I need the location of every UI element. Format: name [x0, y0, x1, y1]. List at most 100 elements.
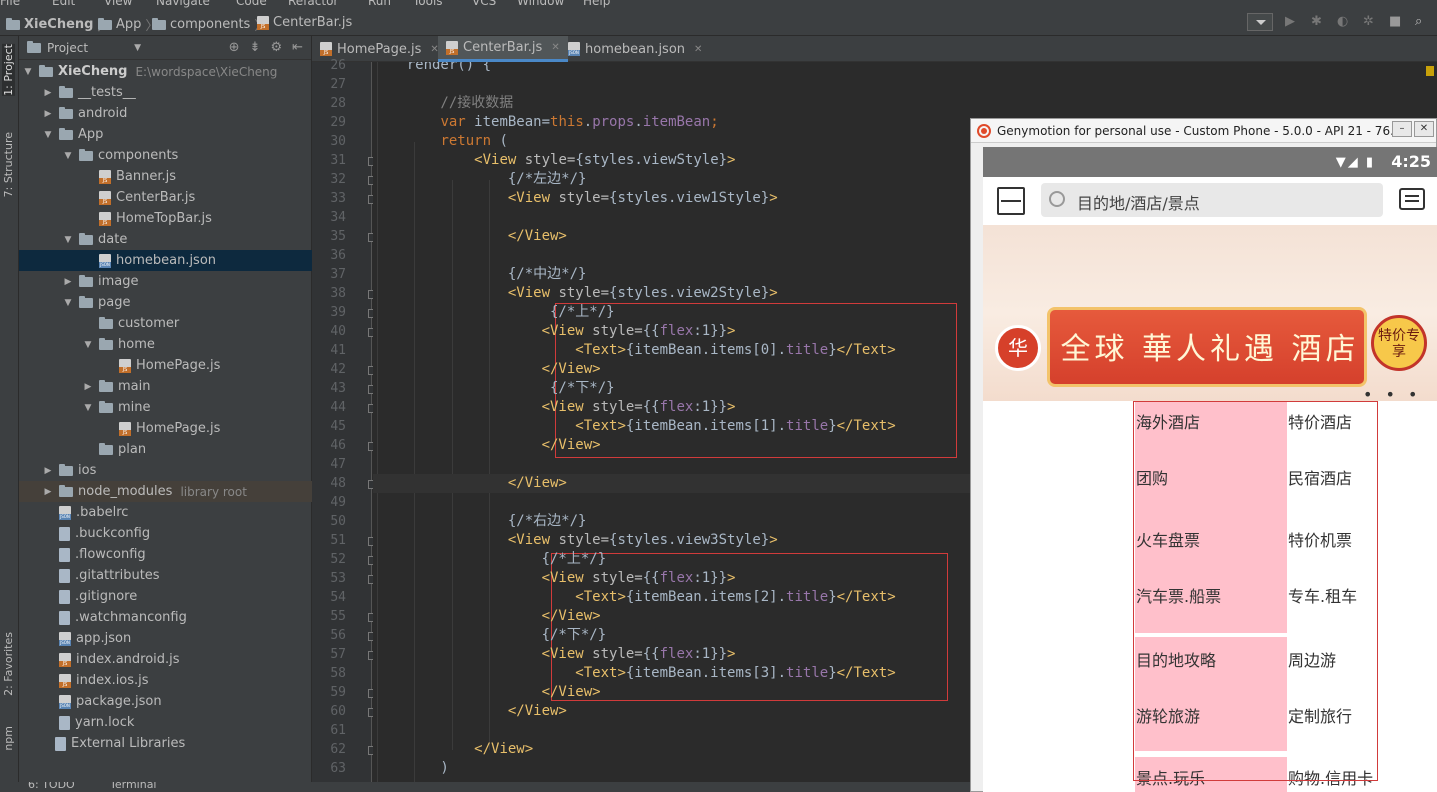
debug-icon[interactable]: ✱ — [1311, 15, 1325, 29]
menu-item[interactable]: View — [104, 0, 132, 8]
tree-item[interactable]: index.android.js — [19, 649, 312, 670]
tree-item[interactable]: External Libraries — [19, 733, 312, 754]
tree-item[interactable]: homebean.json — [19, 250, 312, 271]
chevron-down-icon[interactable]: ▼ — [83, 403, 93, 413]
chevron-right-icon[interactable]: ▶ — [43, 109, 53, 119]
tree-item[interactable]: plan — [19, 439, 312, 460]
tree-item[interactable]: ▼ mine — [19, 397, 312, 418]
tree-item[interactable]: HomePage.js — [19, 355, 312, 376]
structure-tool-tab[interactable]: 7: Structure — [2, 132, 15, 197]
close-icon[interactable]: ✕ — [551, 42, 559, 53]
chevron-down-icon[interactable]: ▼ — [134, 43, 141, 53]
chevron-down-icon[interactable]: ▼ — [83, 340, 93, 350]
close-button[interactable]: ✕ — [1414, 121, 1434, 137]
code-token: > — [769, 532, 778, 548]
minimize-button[interactable]: – — [1392, 121, 1412, 137]
breadcrumb-app[interactable]: App 〉 — [98, 15, 158, 34]
tree-item[interactable]: ▶ main — [19, 376, 312, 397]
tree-item[interactable]: .flowconfig — [19, 544, 312, 565]
npm-tool-tab[interactable]: npm — [2, 726, 15, 751]
editor-tab[interactable]: homebean.json ✕ — [560, 36, 710, 62]
project-panel-title[interactable]: Project — [47, 41, 88, 55]
locate-icon[interactable]: ⊕ — [229, 40, 240, 55]
tree-item[interactable]: ▼ components — [19, 145, 312, 166]
tree-item[interactable]: yarn.lock — [19, 712, 312, 733]
menu-item[interactable]: Window — [517, 0, 564, 8]
tree-item[interactable]: ▼ App — [19, 124, 312, 145]
folder-icon — [59, 127, 73, 140]
menu-item[interactable]: VCS — [472, 0, 496, 8]
code-line: {/*上*/} — [373, 303, 615, 322]
tree-item[interactable]: .gitattributes — [19, 565, 312, 586]
project-tool-tab[interactable]: 1: Project — [2, 44, 15, 96]
editor-tab[interactable]: CenterBar.js ✕ — [438, 36, 568, 62]
tree-item[interactable]: customer — [19, 313, 312, 334]
tree-item[interactable]: package.json — [19, 691, 312, 712]
hide-icon[interactable]: ⇤ — [292, 40, 303, 55]
menu-item[interactable]: Help — [583, 0, 610, 8]
run-icon[interactable]: ▶ — [1285, 15, 1299, 29]
code-token: {/*左边*/} — [373, 171, 587, 187]
breadcrumb-file[interactable]: CenterBar.js — [257, 15, 352, 30]
tree-item[interactable]: ▶ ios — [19, 460, 312, 481]
menu-item[interactable]: Edit — [52, 0, 75, 8]
tree-item[interactable]: .babelrc — [19, 502, 312, 523]
chevron-right-icon[interactable]: ▶ — [43, 466, 53, 476]
message-icon[interactable] — [1399, 188, 1425, 210]
tree-item[interactable]: app.json — [19, 628, 312, 649]
tree-item[interactable]: .gitignore — [19, 586, 312, 607]
code-token: title — [786, 342, 829, 358]
code-token: </Text> — [836, 589, 896, 605]
chevron-down-icon[interactable]: ▼ — [43, 130, 53, 140]
tree-item[interactable]: HomeTopBar.js — [19, 208, 312, 229]
tree-item[interactable]: ▼ page — [19, 292, 312, 313]
tree-item[interactable]: .buckconfig — [19, 523, 312, 544]
tree-item[interactable]: ▶ android — [19, 103, 312, 124]
code-editor[interactable]: render() { //接收数据 var itemBean=this.prop… — [373, 62, 973, 782]
scan-icon[interactable] — [997, 187, 1025, 215]
chevron-down-icon[interactable]: ▼ — [23, 67, 33, 77]
tree-item[interactable]: index.ios.js — [19, 670, 312, 691]
chevron-down-icon[interactable]: ▼ — [63, 151, 73, 161]
tree-item[interactable]: .watchmanconfig — [19, 607, 312, 628]
tree-root[interactable]: ▼ XieCheng E:\wordspace\XieCheng — [19, 61, 312, 82]
tree-item[interactable]: ▶ node_modules library root — [19, 481, 312, 502]
bottom-tool-bar: 6: TODO Terminal — [0, 782, 975, 792]
terminal-tool-tab[interactable]: Terminal — [110, 782, 157, 791]
menu-item[interactable]: Code — [236, 0, 267, 8]
chevron-right-icon[interactable]: ▶ — [63, 277, 73, 287]
run-config-dropdown[interactable] — [1247, 13, 1273, 31]
menu-item[interactable]: Tools — [413, 0, 443, 8]
chevron-right-icon[interactable]: ▶ — [83, 382, 93, 392]
search-icon[interactable]: ⌕ — [1415, 15, 1429, 29]
tree-item[interactable]: Banner.js — [19, 166, 312, 187]
gear-icon[interactable]: ⚙ — [270, 40, 282, 55]
tree-item[interactable]: ▶ image — [19, 271, 312, 292]
banner-carousel[interactable]: 全球 華人礼遇 酒店 华 特价专享 • • • • — [983, 225, 1437, 401]
breadcrumb-components[interactable]: components 〉 — [152, 15, 267, 34]
todo-tool-tab[interactable]: 6: TODO — [28, 782, 75, 791]
chevron-right-icon[interactable]: ▶ — [43, 487, 53, 497]
search-input[interactable]: 目的地/酒店/景点 — [1041, 183, 1383, 217]
collapse-icon[interactable]: ⇟ — [250, 40, 261, 55]
tree-item[interactable]: CenterBar.js — [19, 187, 312, 208]
menu-item[interactable]: Navigate — [156, 0, 210, 8]
coverage-icon[interactable]: ◐ — [1337, 15, 1351, 29]
chevron-down-icon[interactable]: ▼ — [63, 298, 73, 308]
menu-item[interactable]: Refactor — [288, 0, 338, 8]
menu-item[interactable]: File — [0, 0, 20, 8]
close-icon[interactable]: ✕ — [694, 44, 702, 55]
tree-item[interactable]: ▼ home — [19, 334, 312, 355]
tree-item[interactable]: ▶ __tests__ — [19, 82, 312, 103]
code-token: </View> — [474, 741, 534, 757]
tree-item[interactable]: ▼ date — [19, 229, 312, 250]
profile-icon[interactable]: ✲ — [1363, 15, 1377, 29]
favorites-tool-tab[interactable]: 2: Favorites — [2, 632, 15, 696]
breadcrumb-root[interactable]: XieCheng 〉 — [6, 15, 110, 34]
chevron-down-icon[interactable]: ▼ — [63, 235, 73, 245]
code-token: style= — [583, 570, 643, 586]
menu-item[interactable]: Run — [368, 0, 391, 8]
chevron-right-icon[interactable]: ▶ — [43, 88, 53, 98]
stop-icon[interactable]: ■ — [1389, 15, 1403, 29]
tree-item[interactable]: HomePage.js — [19, 418, 312, 439]
